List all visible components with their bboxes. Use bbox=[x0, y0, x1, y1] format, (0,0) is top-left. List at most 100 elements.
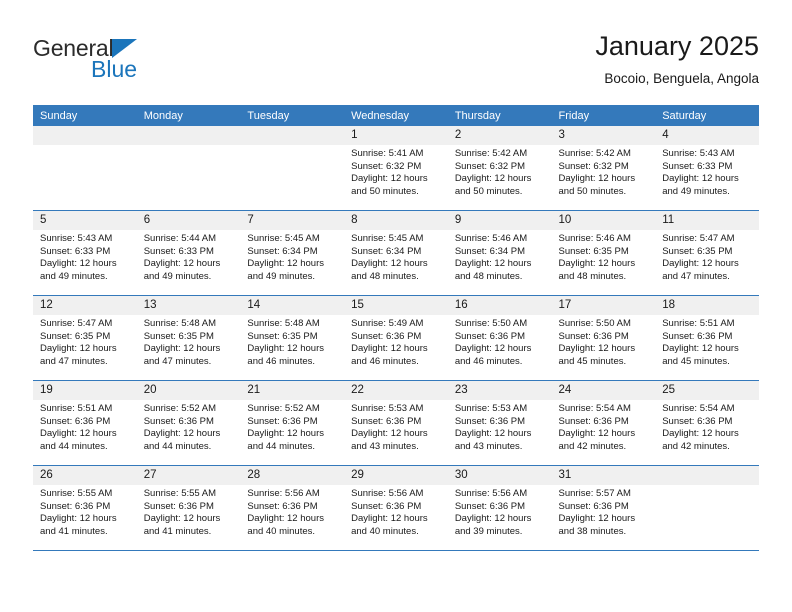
day-number: 11 bbox=[655, 211, 759, 230]
daylight-text-line1: Daylight: 12 hours bbox=[454, 343, 532, 355]
day-info: Sunrise: 5:42 AM Sunset: 6:32 PM Daylight:… bbox=[552, 145, 656, 198]
day-info: Sunrise: 5:48 AM Sunset: 6:35 PM Daylight:… bbox=[137, 315, 241, 368]
sunrise-text: Sunrise: 5:42 AM bbox=[454, 148, 528, 159]
sunrise-text: Sunrise: 5:49 AM bbox=[351, 318, 424, 329]
daylight-text-line1: Daylight: 12 hours bbox=[454, 428, 532, 440]
calendar-day-cell[interactable]: 13 Sunrise: 5:48 AM Sunset: 6:35 PM Dayligh… bbox=[136, 295, 241, 381]
sunrise-text: Sunrise: 5:53 AM bbox=[351, 403, 424, 414]
calendar-day-cell[interactable]: 31 Sunrise: 5:57 AM Sunset: 6:36 PM Dayligh… bbox=[551, 465, 656, 551]
sunrise-text: Sunrise: 5:48 AM bbox=[247, 318, 320, 329]
day-info: Sunrise: 5:54 AM Sunset: 6:36 PM Daylight:… bbox=[552, 400, 656, 453]
day-number bbox=[655, 466, 759, 485]
calendar-day-cell[interactable]: 23 Sunrise: 5:53 AM Sunset: 6:36 PM Dayligh… bbox=[447, 380, 552, 466]
day-info: Sunrise: 5:51 AM Sunset: 6:36 PM Daylight:… bbox=[33, 400, 137, 453]
daylight-text-line2: and 38 minutes. bbox=[558, 525, 627, 537]
calendar-day-cell[interactable]: 22 Sunrise: 5:53 AM Sunset: 6:36 PM Dayligh… bbox=[344, 380, 448, 466]
day-info: Sunrise: 5:54 AM Sunset: 6:36 PM Daylight:… bbox=[655, 400, 759, 453]
calendar-day-cell[interactable]: 6 Sunrise: 5:44 AM Sunset: 6:33 PM Daylight… bbox=[136, 210, 241, 296]
title-block: January 2025 Bocoio, Benguela, Angola bbox=[595, 28, 759, 89]
daylight-text-line2: and 46 minutes. bbox=[454, 355, 523, 367]
sunrise-text: Sunrise: 5:46 AM bbox=[454, 233, 528, 244]
sunrise-text: Sunrise: 5:56 AM bbox=[247, 488, 320, 499]
daylight-text-line2: and 46 minutes. bbox=[247, 355, 316, 367]
day-number: 25 bbox=[655, 381, 759, 400]
daylight-text-line2: and 41 minutes. bbox=[143, 525, 212, 537]
daylight-text-line1: Daylight: 12 hours bbox=[558, 173, 636, 185]
calendar-day-cell[interactable]: 10 Sunrise: 5:46 AM Sunset: 6:35 PM Dayligh… bbox=[551, 210, 656, 296]
daylight-text-line2: and 42 minutes. bbox=[662, 440, 730, 452]
calendar-day-cell[interactable]: 16 Sunrise: 5:50 AM Sunset: 6:36 PM Dayligh… bbox=[447, 295, 552, 381]
day-number: 13 bbox=[136, 296, 241, 315]
sunset-text: Sunset: 6:36 PM bbox=[351, 330, 422, 342]
sunset-text: Sunset: 6:36 PM bbox=[454, 415, 526, 427]
sunset-text: Sunset: 6:36 PM bbox=[247, 415, 318, 427]
daylight-text-line2: and 47 minutes. bbox=[143, 355, 212, 367]
calendar-day-cell[interactable]: 11 Sunrise: 5:47 AM Sunset: 6:35 PM Dayligh… bbox=[655, 210, 759, 296]
calendar-day-cell[interactable]: 21 Sunrise: 5:52 AM Sunset: 6:36 PM Dayligh… bbox=[240, 380, 345, 466]
calendar-day-cell[interactable]: 29 Sunrise: 5:56 AM Sunset: 6:36 PM Dayligh… bbox=[344, 465, 448, 551]
weekday-header-saturday: Saturday bbox=[655, 105, 759, 126]
daylight-text-line2: and 39 minutes. bbox=[454, 525, 523, 537]
day-number: 24 bbox=[551, 381, 656, 400]
sunrise-text: Sunrise: 5:52 AM bbox=[143, 403, 217, 414]
daylight-text-line1: Daylight: 12 hours bbox=[662, 343, 739, 355]
sunset-text: Sunset: 6:36 PM bbox=[351, 415, 422, 427]
calendar-page: General Blue January 2025 Bocoio, Bengue… bbox=[0, 0, 792, 612]
day-number: 19 bbox=[33, 381, 137, 400]
calendar-day-cell[interactable]: 9 Sunrise: 5:46 AM Sunset: 6:34 PM Daylight… bbox=[447, 210, 552, 296]
day-number: 29 bbox=[344, 466, 448, 485]
daylight-text-line2: and 45 minutes. bbox=[558, 355, 627, 367]
day-number: 27 bbox=[136, 466, 241, 485]
calendar-day-cell[interactable]: 8 Sunrise: 5:45 AM Sunset: 6:34 PM Daylight… bbox=[344, 210, 448, 296]
day-number: 15 bbox=[344, 296, 448, 315]
day-number: 10 bbox=[551, 211, 656, 230]
day-info: Sunrise: 5:57 AM Sunset: 6:36 PM Daylight:… bbox=[552, 485, 656, 538]
day-number: 5 bbox=[33, 211, 137, 230]
day-info: Sunrise: 5:56 AM Sunset: 6:36 PM Daylight:… bbox=[344, 485, 448, 538]
daylight-text-line1: Daylight: 12 hours bbox=[351, 173, 428, 185]
daylight-text-line1: Daylight: 12 hours bbox=[454, 258, 532, 270]
calendar-day-cell[interactable]: 5 Sunrise: 5:43 AM Sunset: 6:33 PM Daylight… bbox=[33, 210, 137, 296]
calendar-day-cell[interactable]: 19 Sunrise: 5:51 AM Sunset: 6:36 PM Dayligh… bbox=[33, 380, 137, 466]
day-info: Sunrise: 5:43 AM Sunset: 6:33 PM Daylight:… bbox=[33, 230, 137, 283]
calendar-day-cell-empty bbox=[240, 126, 345, 211]
sunrise-text: Sunrise: 5:50 AM bbox=[454, 318, 528, 329]
sunset-text: Sunset: 6:35 PM bbox=[40, 330, 111, 342]
calendar-week-row: 19 Sunrise: 5:51 AM Sunset: 6:36 PM Dayligh… bbox=[33, 380, 759, 466]
calendar-day-cell[interactable]: 7 Sunrise: 5:45 AM Sunset: 6:34 PM Daylight… bbox=[240, 210, 345, 296]
sunset-text: Sunset: 6:32 PM bbox=[558, 160, 629, 172]
calendar-day-cell[interactable]: 26 Sunrise: 5:55 AM Sunset: 6:36 PM Dayligh… bbox=[33, 465, 137, 551]
daylight-text-line2: and 50 minutes. bbox=[558, 185, 627, 197]
daylight-text-line1: Daylight: 12 hours bbox=[662, 428, 739, 440]
calendar-day-cell[interactable]: 15 Sunrise: 5:49 AM Sunset: 6:36 PM Dayligh… bbox=[344, 295, 448, 381]
sunset-text: Sunset: 6:36 PM bbox=[143, 415, 214, 427]
weekday-header-thursday: Thursday bbox=[447, 105, 552, 126]
calendar-day-cell[interactable]: 1 Sunrise: 5:41 AM Sunset: 6:32 PM Daylight… bbox=[344, 126, 448, 211]
daylight-text-line2: and 43 minutes. bbox=[454, 440, 523, 452]
sunrise-text: Sunrise: 5:44 AM bbox=[143, 233, 217, 244]
calendar-day-cell[interactable]: 25 Sunrise: 5:54 AM Sunset: 6:36 PM Dayligh… bbox=[655, 380, 759, 466]
calendar-day-cell[interactable]: 24 Sunrise: 5:54 AM Sunset: 6:36 PM Dayligh… bbox=[551, 380, 656, 466]
calendar-day-cell[interactable]: 20 Sunrise: 5:52 AM Sunset: 6:36 PM Dayligh… bbox=[136, 380, 241, 466]
calendar-day-cell[interactable]: 18 Sunrise: 5:51 AM Sunset: 6:36 PM Dayligh… bbox=[655, 295, 759, 381]
sunset-text: Sunset: 6:36 PM bbox=[40, 415, 111, 427]
daylight-text-line2: and 47 minutes. bbox=[662, 270, 730, 282]
daylight-text-line1: Daylight: 12 hours bbox=[351, 343, 428, 355]
calendar-day-cell-empty bbox=[33, 126, 137, 211]
calendar-day-cell[interactable]: 4 Sunrise: 5:43 AM Sunset: 6:33 PM Daylight… bbox=[655, 126, 759, 211]
daylight-text-line2: and 50 minutes. bbox=[454, 185, 523, 197]
sunset-text: Sunset: 6:32 PM bbox=[454, 160, 526, 172]
calendar-day-cell[interactable]: 17 Sunrise: 5:50 AM Sunset: 6:36 PM Dayligh… bbox=[551, 295, 656, 381]
daylight-text-line2: and 49 minutes. bbox=[247, 270, 316, 282]
daylight-text-line2: and 48 minutes. bbox=[454, 270, 523, 282]
calendar-day-cell[interactable]: 3 Sunrise: 5:42 AM Sunset: 6:32 PM Daylight… bbox=[551, 126, 656, 211]
calendar-day-cell[interactable]: 14 Sunrise: 5:48 AM Sunset: 6:35 PM Dayligh… bbox=[240, 295, 345, 381]
calendar-day-cell[interactable]: 28 Sunrise: 5:56 AM Sunset: 6:36 PM Dayligh… bbox=[240, 465, 345, 551]
calendar-day-cell[interactable]: 2 Sunrise: 5:42 AM Sunset: 6:32 PM Daylight… bbox=[447, 126, 552, 211]
calendar-day-cell[interactable]: 30 Sunrise: 5:56 AM Sunset: 6:36 PM Dayligh… bbox=[447, 465, 552, 551]
calendar-day-cell[interactable]: 27 Sunrise: 5:55 AM Sunset: 6:36 PM Dayligh… bbox=[136, 465, 241, 551]
daylight-text-line2: and 49 minutes. bbox=[143, 270, 212, 282]
calendar-day-cell[interactable]: 12 Sunrise: 5:47 AM Sunset: 6:35 PM Dayligh… bbox=[33, 295, 137, 381]
sunrise-text: Sunrise: 5:51 AM bbox=[40, 403, 113, 414]
brand-logo: General Blue bbox=[33, 28, 233, 90]
